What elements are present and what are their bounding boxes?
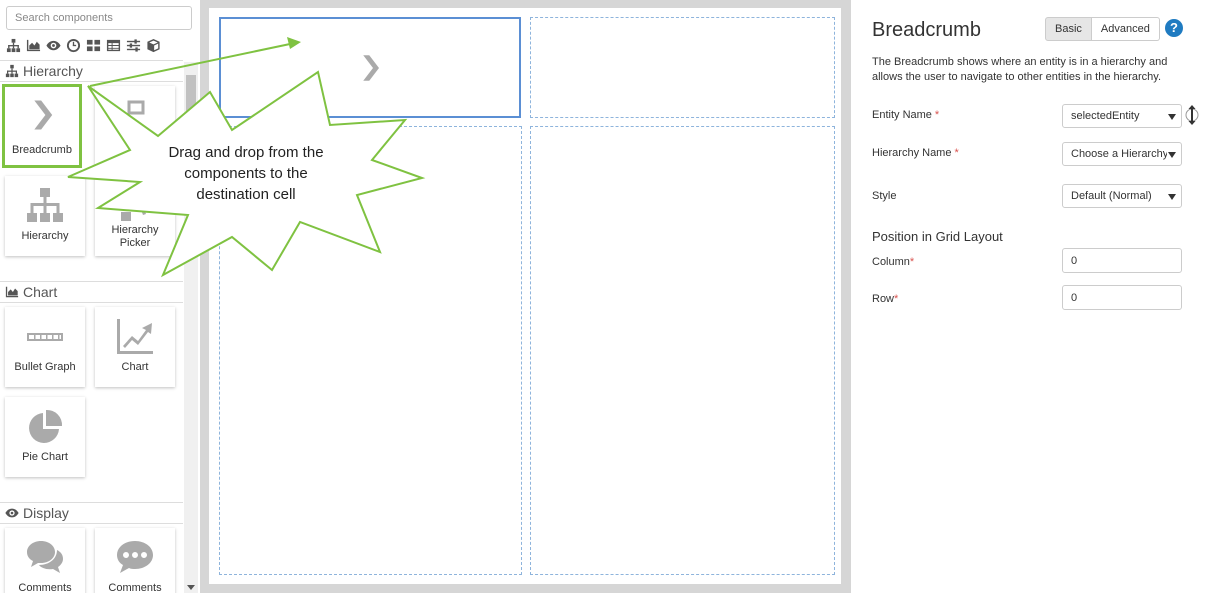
- position-in-grid-heading: Position in Grid Layout: [872, 229, 1003, 244]
- component-tile-chart[interactable]: Chart: [95, 307, 175, 387]
- style-select[interactable]: Default (Normal): [1062, 184, 1182, 208]
- comment-dots-icon: [117, 541, 153, 573]
- hierarchy-name-select[interactable]: Choose a Hierarchy: [1062, 142, 1182, 166]
- hierarchy-picker-icon: [127, 100, 145, 115]
- mode-toggle: Basic Advanced: [1045, 17, 1160, 41]
- component-tile-hierarchy-picker[interactable]: Hierarchy Picker: [95, 176, 175, 256]
- clock-filter-icon[interactable]: [66, 38, 81, 53]
- bullet-graph-icon: [27, 333, 63, 341]
- eye-icon: [5, 508, 19, 518]
- section-display-header[interactable]: Display: [0, 502, 183, 524]
- sliders-filter-icon[interactable]: [126, 38, 141, 53]
- component-tile-hierarchy-picker-partial[interactable]: [95, 86, 175, 166]
- style-label: Style: [872, 190, 897, 202]
- component-tile-pie-chart[interactable]: Pie Chart: [5, 397, 85, 477]
- component-palette: Hierarchy Breadcrumb Hierarchy Hierarchy…: [0, 0, 200, 593]
- grid-cell-breadcrumb[interactable]: [219, 17, 521, 118]
- pie-chart-icon: [29, 409, 63, 443]
- hierarchy-picker-icon: [121, 192, 149, 221]
- filter-bar: [6, 37, 161, 53]
- tile-label: Hierarchy: [21, 230, 69, 242]
- scroll-down-arrow-icon[interactable]: [187, 585, 195, 590]
- line-chart-icon: [117, 319, 153, 354]
- tile-label: Chart: [121, 361, 149, 373]
- tile-label: Comments: [108, 582, 162, 593]
- column-input[interactable]: [1062, 248, 1182, 273]
- scrollbar-thumb[interactable]: [186, 75, 196, 175]
- eye-filter-icon[interactable]: [46, 38, 61, 53]
- grid-cell-empty[interactable]: [530, 17, 835, 118]
- tile-label: Comments: [18, 582, 72, 593]
- section-title: Hierarchy: [23, 63, 83, 79]
- cube-filter-icon[interactable]: [146, 38, 161, 53]
- hierarchy-filter-icon[interactable]: [6, 38, 21, 53]
- hierarchy-icon: [5, 64, 19, 78]
- row-label: Row*: [872, 293, 899, 305]
- section-chart-header[interactable]: Chart: [0, 281, 183, 303]
- resize-vertical-icon[interactable]: [1185, 104, 1199, 126]
- basic-mode-button[interactable]: Basic: [1045, 17, 1092, 41]
- chart-area-icon: [5, 286, 19, 298]
- panel-title: Breadcrumb: [872, 19, 981, 41]
- section-hierarchy-header[interactable]: Hierarchy: [0, 60, 183, 82]
- help-icon[interactable]: ?: [1165, 19, 1183, 37]
- tile-label: Breadcrumb: [12, 144, 72, 156]
- dropdown-caret-icon: [1168, 114, 1176, 120]
- section-title: Display: [23, 505, 69, 521]
- comments-icon: [27, 541, 63, 573]
- component-tile-comments[interactable]: Comments: [5, 528, 85, 593]
- component-description: The Breadcrumb shows where an entity is …: [872, 56, 1168, 83]
- chart-area-filter-icon[interactable]: [26, 38, 41, 53]
- tile-label: Pie Chart: [22, 451, 68, 463]
- entity-name-label: Entity Name *: [872, 109, 940, 121]
- hierarchy-icon: [27, 188, 63, 222]
- grid-tiles-filter-icon[interactable]: [86, 38, 101, 53]
- chevron-right-icon: [34, 100, 53, 130]
- hierarchy-name-label: Hierarchy Name *: [872, 147, 959, 159]
- component-tile-breadcrumb[interactable]: Breadcrumb: [2, 84, 82, 168]
- palette-scrollbar[interactable]: [184, 62, 198, 593]
- chevron-right-icon: [363, 54, 379, 81]
- dropdown-caret-icon: [1168, 194, 1176, 200]
- grid-cell-empty[interactable]: [530, 126, 835, 575]
- component-tile-bullet-graph[interactable]: Bullet Graph: [5, 307, 85, 387]
- table-filter-icon[interactable]: [106, 38, 121, 53]
- layout-canvas-area: [200, 0, 851, 593]
- section-title: Chart: [23, 284, 58, 300]
- advanced-mode-button[interactable]: Advanced: [1091, 17, 1160, 41]
- component-tile-hierarchy[interactable]: Hierarchy: [5, 176, 85, 256]
- column-label: Column*: [872, 256, 915, 268]
- tile-label: Bullet Graph: [14, 361, 76, 373]
- entity-name-select[interactable]: selectedEntity: [1062, 104, 1182, 128]
- row-input[interactable]: [1062, 285, 1182, 310]
- grid-cell-empty[interactable]: [219, 126, 522, 575]
- dropdown-caret-icon: [1168, 152, 1176, 158]
- tile-label: Hierarchy Picker: [111, 224, 159, 249]
- grid-layout: [209, 8, 841, 584]
- search-components-input[interactable]: [6, 6, 192, 30]
- component-tile-comments-2[interactable]: Comments: [95, 528, 175, 593]
